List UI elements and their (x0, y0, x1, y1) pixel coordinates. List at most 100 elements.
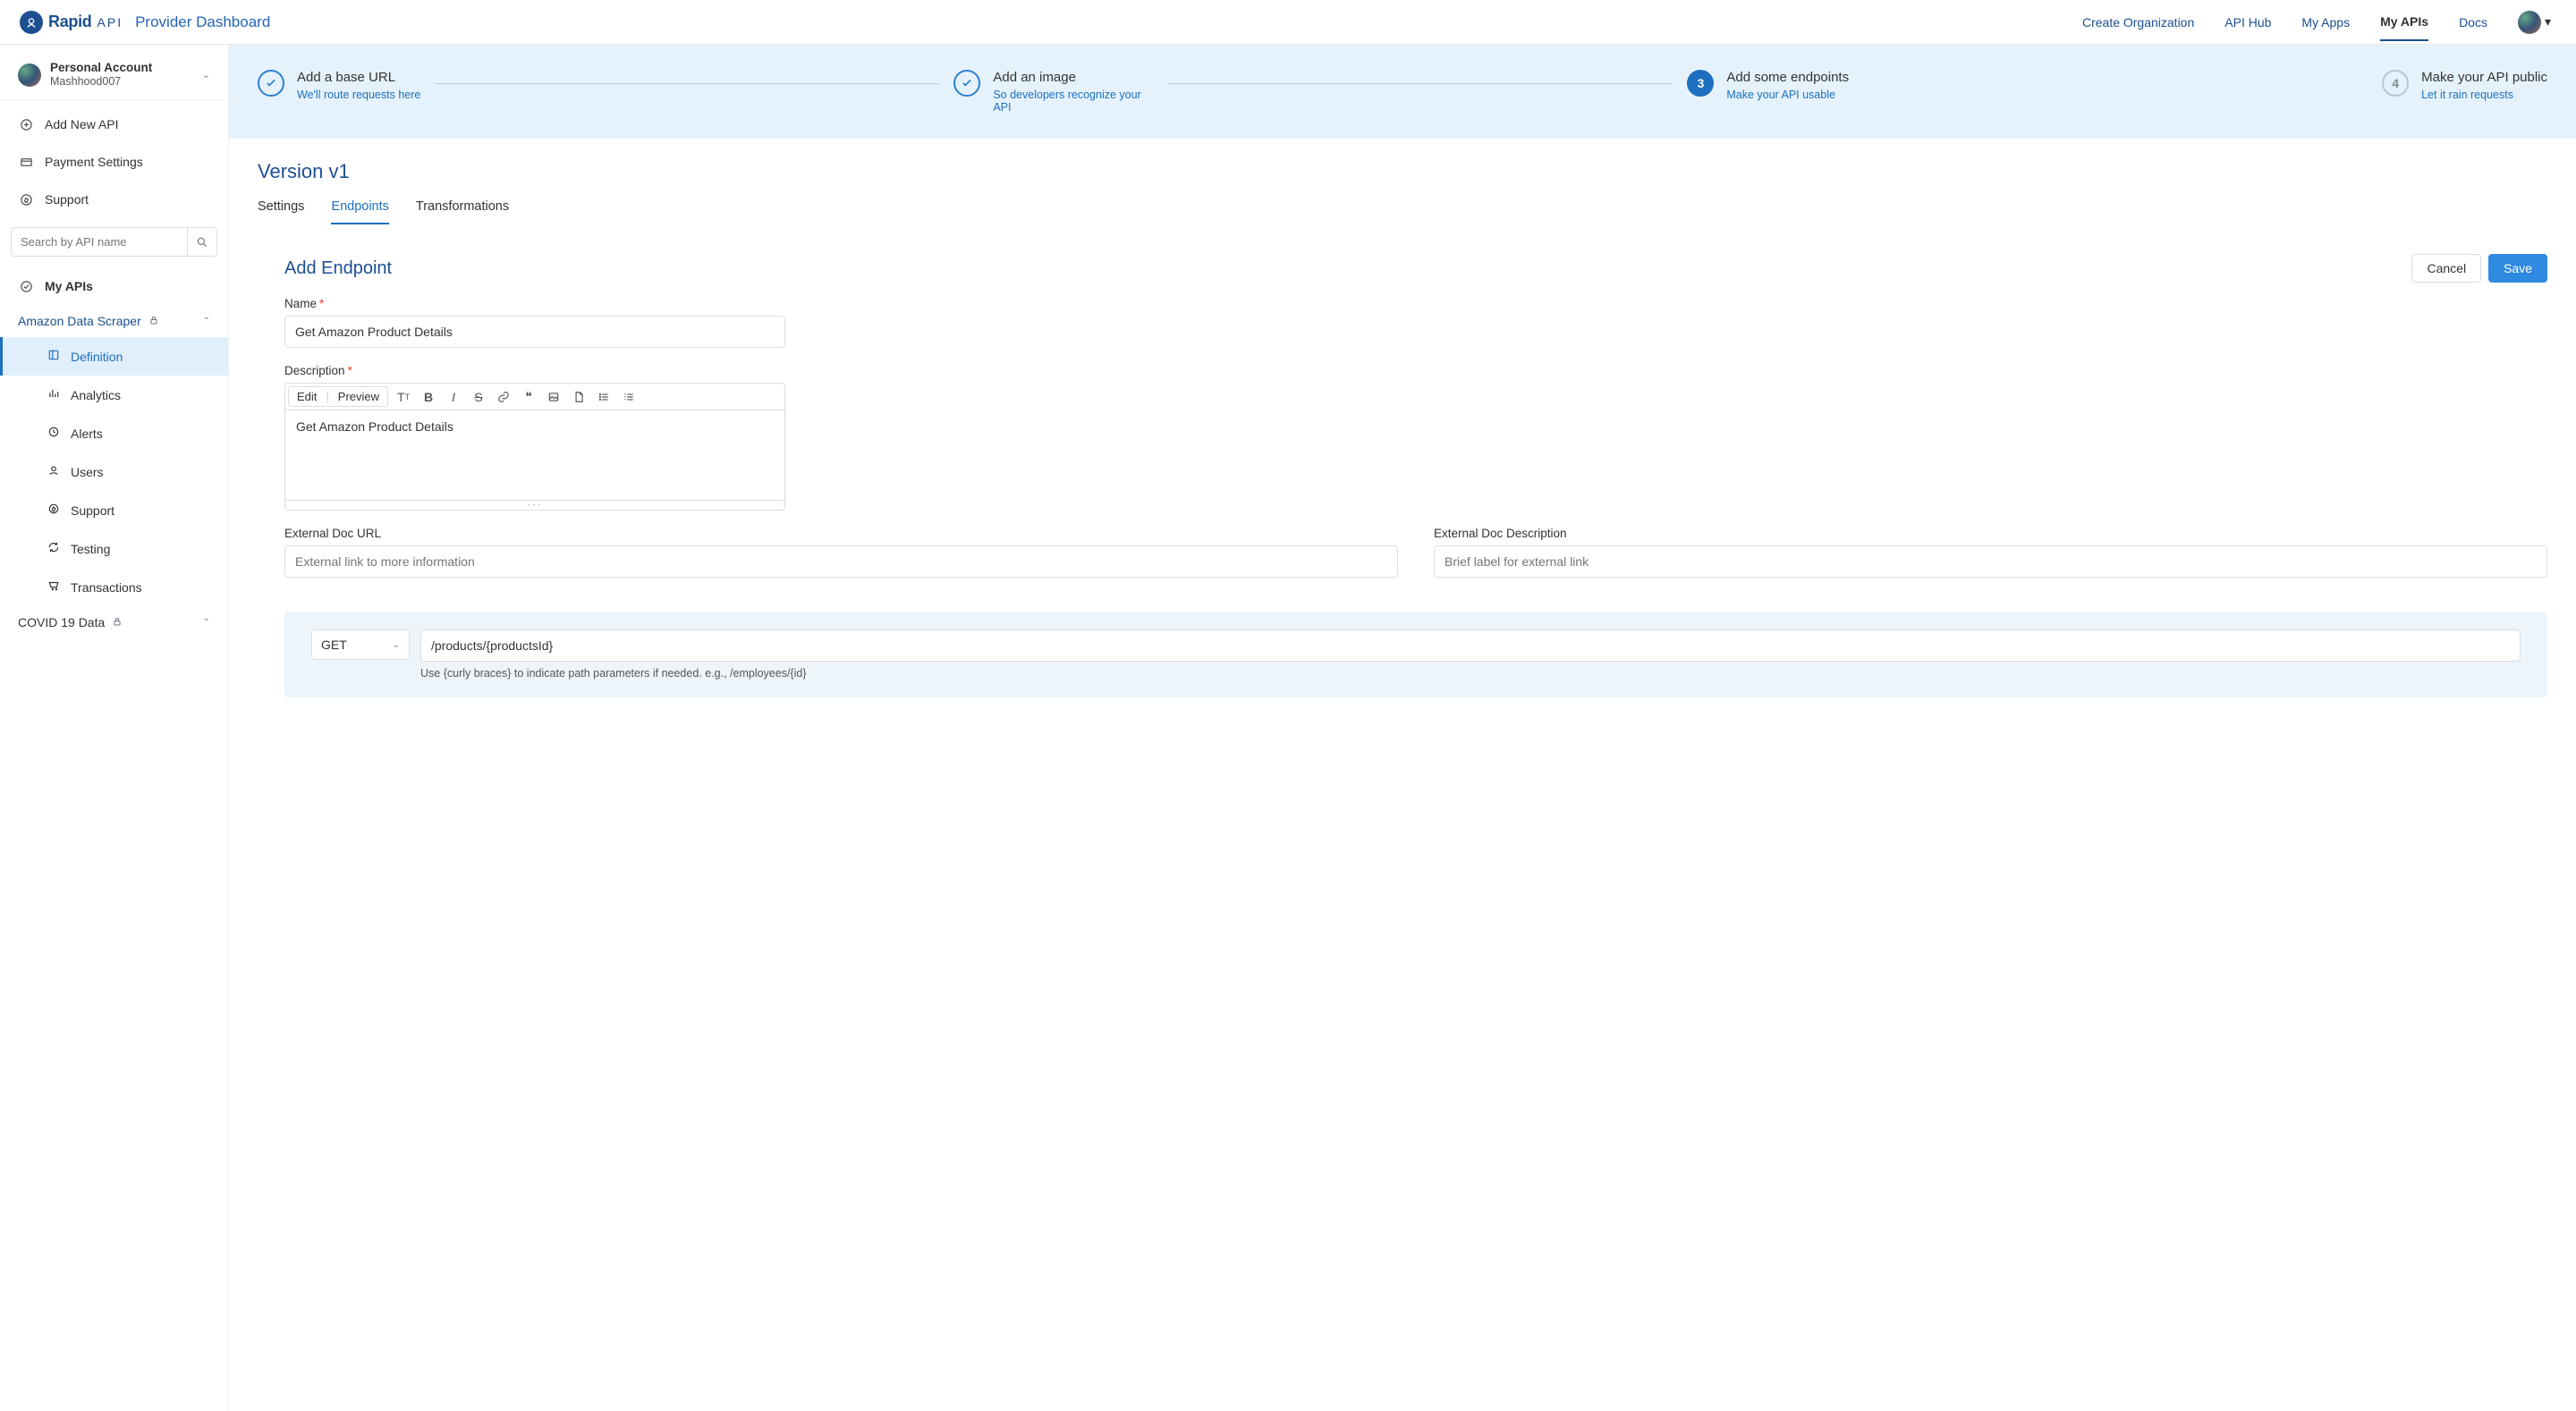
avatar-menu[interactable]: ▾ (2518, 11, 2551, 34)
step-4[interactable]: 4 Make your API public Let it rain reque… (2382, 70, 2547, 101)
user-icon (47, 464, 60, 479)
edit-preview-toggle: Edit | Preview (288, 386, 388, 407)
account-switcher[interactable]: Personal Account Mashhood007 ⌄ (0, 55, 228, 99)
ext-desc-label: External Doc Description (1434, 527, 2547, 540)
topbar: RapidAPI Provider Dashboard Create Organ… (0, 0, 2576, 45)
search-button[interactable] (187, 228, 216, 256)
preview-tab[interactable]: Preview (338, 390, 379, 403)
step-title: Add an image (993, 70, 1154, 85)
nav-create-organization[interactable]: Create Organization (2082, 15, 2194, 40)
search-input[interactable] (12, 228, 187, 256)
sidebar-add-new-api[interactable]: Add New API (0, 106, 228, 143)
ext-url-input[interactable] (284, 545, 1398, 578)
sidebar-sub-support[interactable]: Support (0, 491, 228, 529)
nav-my-apis[interactable]: My APIs (2380, 14, 2428, 41)
plus-circle-icon (20, 118, 34, 131)
brand-suffix: API (97, 15, 123, 30)
sidebar-my-apis-header[interactable]: My APIs (0, 267, 228, 305)
strike-icon[interactable]: S (469, 387, 488, 407)
nav-api-hub[interactable]: API Hub (2224, 15, 2271, 40)
sidebar-sub-transactions[interactable]: Transactions (0, 568, 228, 606)
quote-icon[interactable]: ❝ (519, 387, 538, 407)
description-editor: Edit | Preview TT B I S ❝ (284, 383, 785, 511)
step-sub[interactable]: Make your API usable (1726, 89, 1849, 101)
cart-icon (47, 579, 60, 595)
check-circle-icon (20, 280, 34, 293)
logo-icon (20, 11, 43, 34)
sidebar-item-label: Payment Settings (45, 155, 143, 169)
editor-toolbar: Edit | Preview TT B I S ❝ (285, 384, 784, 410)
brand-logo[interactable]: Rapid API (20, 11, 123, 34)
sidebar-item-label: Testing (71, 542, 110, 556)
step-2[interactable]: Add an image So developers recognize you… (953, 70, 1154, 114)
sidebar-item-label: COVID 19 Data (18, 615, 105, 629)
sidebar-sub-users[interactable]: Users (0, 452, 228, 491)
top-nav: Create Organization API Hub My Apps My A… (2082, 11, 2551, 34)
endpoint-url-block: GET ⌄ Use {curly braces} to indicate pat… (284, 612, 2547, 697)
step-sub[interactable]: Let it rain requests (2421, 89, 2547, 101)
sidebar-sub-alerts[interactable]: Alerts (0, 414, 228, 452)
http-method-select[interactable]: GET ⌄ (311, 629, 410, 660)
step-number: 3 (1687, 70, 1714, 97)
bold-icon[interactable]: B (419, 387, 438, 407)
chevron-up-icon: ⌃ (203, 618, 210, 628)
sidebar-payment-settings[interactable]: Payment Settings (0, 143, 228, 181)
method-value: GET (321, 638, 347, 652)
path-input[interactable] (420, 629, 2521, 662)
sidebar-sub-analytics[interactable]: Analytics (0, 376, 228, 414)
tab-transformations[interactable]: Transformations (416, 199, 509, 224)
check-icon (258, 70, 284, 97)
compass-icon (20, 193, 34, 207)
image-icon[interactable] (544, 387, 564, 407)
step-title: Add some endpoints (1726, 70, 1849, 85)
brand-name: Rapid (48, 13, 92, 31)
step-sub[interactable]: So developers recognize your API (993, 89, 1154, 114)
tab-endpoints[interactable]: Endpoints (331, 199, 389, 224)
form-heading: Add Endpoint (284, 258, 392, 279)
nav-my-apps[interactable]: My Apps (2301, 15, 2350, 40)
chevron-down-icon: ⌄ (393, 640, 400, 650)
italic-icon[interactable]: I (444, 387, 463, 407)
sidebar-sub-definition[interactable]: Definition (0, 337, 228, 376)
name-input[interactable] (284, 316, 785, 348)
resize-handle-icon[interactable]: ··· (285, 500, 784, 510)
sidebar-item-label: Support (71, 503, 114, 518)
search-icon (196, 236, 208, 249)
link-icon[interactable] (494, 387, 513, 407)
step-sub[interactable]: We'll route requests here (297, 89, 420, 101)
ul-icon[interactable] (594, 387, 614, 407)
save-button[interactable]: Save (2488, 254, 2547, 283)
description-label: Description* (284, 364, 785, 377)
sidebar-api-amazon-sub: Definition Analytics Alerts Users Suppor… (0, 337, 228, 606)
ol-icon[interactable] (619, 387, 639, 407)
avatar-icon (2518, 11, 2541, 34)
brand: RapidAPI Provider Dashboard (20, 11, 270, 34)
sidebar-item-label: Users (71, 465, 104, 479)
tabs: Settings Endpoints Transformations (258, 199, 2547, 225)
edit-tab[interactable]: Edit (297, 390, 317, 403)
check-icon (953, 70, 980, 97)
cancel-button[interactable]: Cancel (2411, 254, 2481, 283)
layout-icon (47, 349, 60, 364)
sidebar-api-amazon[interactable]: Amazon Data Scraper ⌃ (0, 305, 228, 337)
lock-icon (112, 615, 123, 629)
nav-docs[interactable]: Docs (2459, 15, 2487, 40)
sidebar-support[interactable]: Support (0, 181, 228, 218)
step-connector (435, 83, 939, 84)
sidebar-item-label: Amazon Data Scraper (18, 314, 141, 328)
progress-stepper: Add a base URL We'll route requests here… (229, 45, 2576, 139)
ext-desc-input[interactable] (1434, 545, 2547, 578)
step-3[interactable]: 3 Add some endpoints Make your API usabl… (1687, 70, 1849, 101)
sidebar-item-label: Definition (71, 350, 123, 364)
refresh-icon (47, 541, 60, 556)
file-icon[interactable] (569, 387, 589, 407)
sidebar-item-label: My APIs (45, 279, 93, 293)
ext-url-label: External Doc URL (284, 527, 1398, 540)
sidebar-sub-testing[interactable]: Testing (0, 529, 228, 568)
step-title: Add a base URL (297, 70, 420, 85)
sidebar-api-covid[interactable]: COVID 19 Data ⌃ (0, 606, 228, 638)
text-size-icon[interactable]: TT (394, 387, 413, 407)
step-1[interactable]: Add a base URL We'll route requests here (258, 70, 420, 101)
tab-settings[interactable]: Settings (258, 199, 304, 224)
description-textarea[interactable]: Get Amazon Product Details (285, 410, 784, 500)
